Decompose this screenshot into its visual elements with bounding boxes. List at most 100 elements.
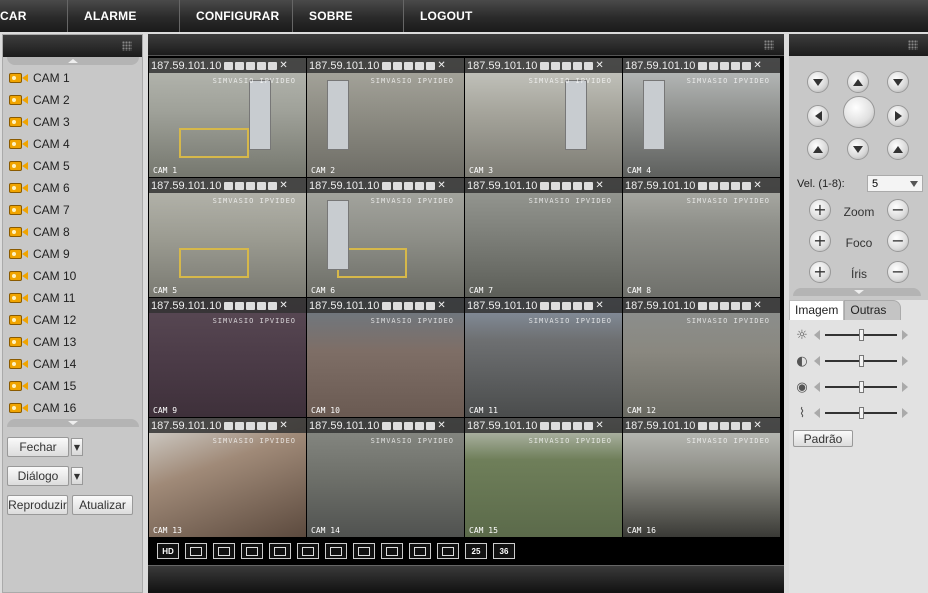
- record-icon[interactable]: [698, 301, 708, 310]
- camera-icon[interactable]: [415, 301, 425, 310]
- snapshot-icon[interactable]: [393, 301, 403, 310]
- decrease-icon[interactable]: [814, 356, 820, 366]
- camera-icon[interactable]: [573, 301, 583, 310]
- video-tile[interactable]: 187.59.101.10 ✕ SIMVASIO IPVIDEO CAM 15: [465, 418, 622, 537]
- nav-item-alarm[interactable]: ALARME: [68, 0, 180, 32]
- audio-icon[interactable]: [584, 61, 594, 70]
- slider-thumb[interactable]: [859, 329, 864, 341]
- close-icon[interactable]: ✕: [753, 420, 761, 430]
- audio-icon[interactable]: [584, 181, 594, 190]
- video-tile[interactable]: 187.59.101.10 ✕ SIMVASIO IPVIDEO CAM 11: [465, 298, 622, 417]
- ptz-up-button[interactable]: [847, 71, 869, 93]
- close-icon[interactable]: ✕: [279, 300, 287, 310]
- slider-track[interactable]: [825, 329, 897, 341]
- camera-list-item[interactable]: CAM 7: [9, 199, 142, 221]
- zoom-out-button[interactable]: −: [887, 199, 909, 221]
- grip-icon[interactable]: [764, 40, 774, 50]
- tab-other[interactable]: Outras: [844, 300, 902, 320]
- snapshot-icon[interactable]: [551, 61, 561, 70]
- ptz-left-button[interactable]: [807, 105, 829, 127]
- audio-icon[interactable]: [268, 181, 278, 190]
- increase-icon[interactable]: [902, 356, 908, 366]
- zoom-icon[interactable]: [404, 421, 414, 430]
- increase-icon[interactable]: [902, 408, 908, 418]
- record-icon[interactable]: [224, 421, 234, 430]
- ptz-down-left-button[interactable]: [807, 71, 829, 93]
- snapshot-icon[interactable]: [393, 181, 403, 190]
- camera-list-item[interactable]: CAM 8: [9, 221, 142, 243]
- camera-list-item[interactable]: CAM 10: [9, 265, 142, 287]
- camera-icon[interactable]: [415, 421, 425, 430]
- zoom-icon[interactable]: [720, 301, 730, 310]
- zoom-icon[interactable]: [562, 421, 572, 430]
- layout-hd-button[interactable]: HD: [157, 543, 179, 559]
- camera-list-item[interactable]: CAM 2: [9, 89, 142, 111]
- slider-thumb[interactable]: [859, 407, 864, 419]
- layout-36-button[interactable]: 36: [493, 543, 515, 559]
- record-icon[interactable]: [224, 181, 234, 190]
- audio-icon[interactable]: [584, 421, 594, 430]
- zoom-icon[interactable]: [246, 421, 256, 430]
- audio-icon[interactable]: [426, 61, 436, 70]
- close-icon[interactable]: ✕: [279, 420, 287, 430]
- camera-icon[interactable]: [415, 181, 425, 190]
- camera-icon[interactable]: [731, 301, 741, 310]
- camera-list-item[interactable]: CAM 1: [9, 67, 142, 89]
- play-button[interactable]: Reproduzir: [7, 495, 68, 515]
- camera-list-item[interactable]: CAM 14: [9, 353, 142, 375]
- camera-list-item[interactable]: CAM 5: [9, 155, 142, 177]
- close-dropdown-icon[interactable]: ▼: [71, 438, 83, 456]
- camera-icon[interactable]: [573, 61, 583, 70]
- camera-list-item[interactable]: CAM 16: [9, 397, 142, 419]
- snapshot-icon[interactable]: [235, 301, 245, 310]
- layout-6-button[interactable]: [297, 543, 319, 559]
- slider-track[interactable]: [825, 381, 897, 393]
- increase-icon[interactable]: [902, 382, 908, 392]
- iris-open-button[interactable]: +: [809, 261, 831, 283]
- layout-13-button[interactable]: [409, 543, 431, 559]
- zoom-icon[interactable]: [562, 61, 572, 70]
- video-tile[interactable]: 187.59.101.10 ✕ SIMVASIO IPVIDEO CAM 5: [149, 178, 306, 297]
- audio-icon[interactable]: [742, 181, 752, 190]
- record-icon[interactable]: [540, 61, 550, 70]
- decrease-icon[interactable]: [814, 408, 820, 418]
- zoom-icon[interactable]: [720, 421, 730, 430]
- record-icon[interactable]: [224, 301, 234, 310]
- camera-list-item[interactable]: CAM 6: [9, 177, 142, 199]
- default-button[interactable]: Padrão: [793, 430, 853, 447]
- audio-icon[interactable]: [742, 61, 752, 70]
- zoom-icon[interactable]: [404, 301, 414, 310]
- video-tile[interactable]: 187.59.101.10 ✕ SIMVASIO IPVIDEO CAM 9: [149, 298, 306, 417]
- video-tile[interactable]: 187.59.101.10 ✕ SIMVASIO IPVIDEO CAM 3: [465, 58, 622, 177]
- nav-item-about[interactable]: SOBRE: [293, 0, 404, 32]
- camera-icon[interactable]: [257, 421, 267, 430]
- snapshot-icon[interactable]: [709, 61, 719, 70]
- record-icon[interactable]: [698, 421, 708, 430]
- close-icon[interactable]: ✕: [279, 180, 287, 190]
- snapshot-icon[interactable]: [551, 421, 561, 430]
- close-icon[interactable]: ✕: [437, 60, 445, 70]
- camera-list-item[interactable]: CAM 4: [9, 133, 142, 155]
- speed-select[interactable]: 5: [867, 175, 923, 192]
- zoom-icon[interactable]: [246, 61, 256, 70]
- focus-out-button[interactable]: −: [887, 230, 909, 252]
- record-icon[interactable]: [540, 181, 550, 190]
- layout-9-button[interactable]: [353, 543, 375, 559]
- video-tile[interactable]: 187.59.101.10 ✕ SIMVASIO IPVIDEO CAM 16: [623, 418, 780, 537]
- zoom-icon[interactable]: [720, 181, 730, 190]
- ptz-down-right-button[interactable]: [887, 71, 909, 93]
- decrease-icon[interactable]: [814, 330, 820, 340]
- snapshot-icon[interactable]: [393, 421, 403, 430]
- ptz-down-button[interactable]: [847, 138, 869, 160]
- close-icon[interactable]: ✕: [753, 300, 761, 310]
- ptz-center-button[interactable]: [843, 96, 875, 128]
- nav-item-logout[interactable]: LOGOUT: [404, 0, 524, 32]
- close-button[interactable]: Fechar: [7, 437, 69, 457]
- scroll-up-button[interactable]: [6, 57, 139, 65]
- camera-icon[interactable]: [415, 61, 425, 70]
- video-tile[interactable]: 187.59.101.10 ✕ SIMVASIO IPVIDEO CAM 13: [149, 418, 306, 537]
- slider-track[interactable]: [825, 355, 897, 367]
- audio-icon[interactable]: [742, 301, 752, 310]
- audio-icon[interactable]: [426, 181, 436, 190]
- focus-in-button[interactable]: +: [809, 230, 831, 252]
